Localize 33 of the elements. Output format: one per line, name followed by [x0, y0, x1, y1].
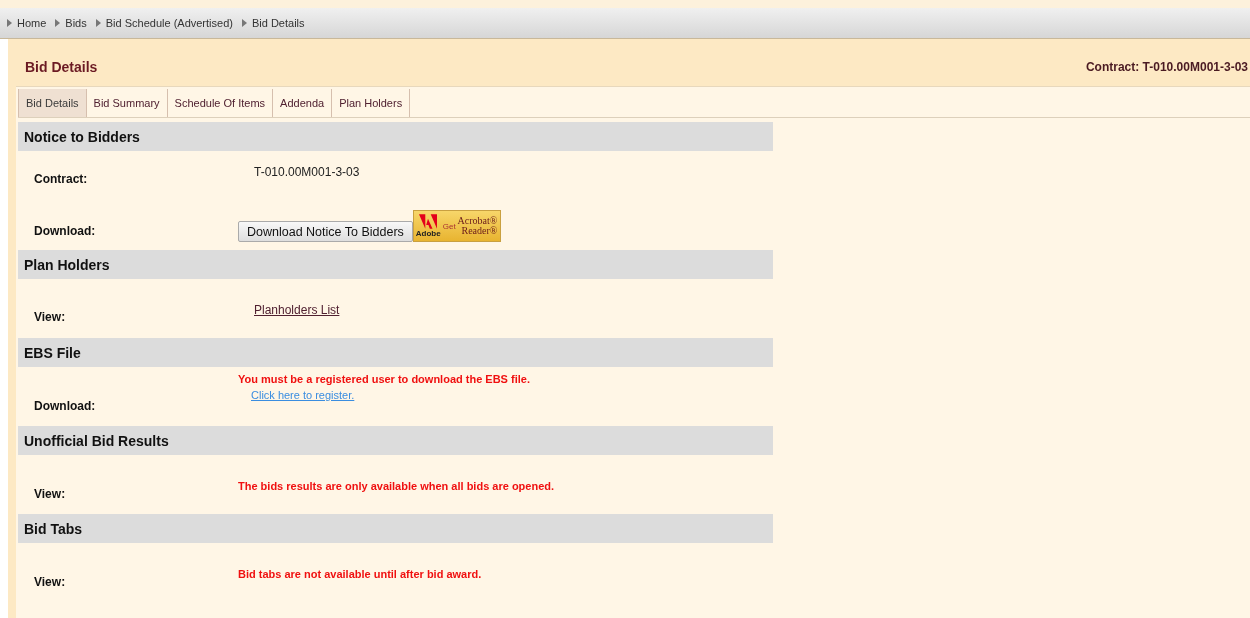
chevron-icon [6, 19, 12, 27]
get-text: Get [442, 221, 456, 231]
warning-message: Bid tabs are not available until after bid award. [238, 568, 482, 580]
adobe-logo-icon [419, 214, 438, 229]
section-header: Notice to Bidders [18, 122, 773, 151]
section-header: Plan Holders [18, 250, 773, 279]
field-label: Download: [33, 397, 97, 415]
section-header: EBS File [18, 338, 773, 367]
planholders-link[interactable]: Planholders List [254, 303, 340, 317]
field-label: View: [33, 573, 67, 591]
tab[interactable]: Bid Details [18, 89, 87, 117]
warning-message: You must be a registered user to download the EBS file. [238, 373, 530, 385]
brand-text: Adobe [415, 229, 441, 238]
download-button[interactable]: Download Notice To Bidders [238, 221, 413, 242]
chevron-icon [94, 19, 101, 27]
section-header: Bid Tabs [18, 514, 773, 543]
chevron-icon [54, 19, 61, 27]
product-text: Reader® [461, 226, 498, 236]
breadcrumb-link[interactable]: Bid Schedule (Advertised) [105, 17, 233, 29]
page-title: Bid Details [25, 58, 98, 75]
field-label: View: [33, 308, 67, 326]
field-value: T-010.00M001-3-03 [254, 165, 360, 179]
product-text: Acrobat® [457, 216, 498, 226]
breadcrumb-link[interactable]: Bid Details [251, 17, 305, 29]
field-label: Download: [33, 223, 97, 240]
field-label: View: [33, 485, 67, 503]
breadcrumb-link[interactable]: Bids [65, 17, 87, 29]
chevron-icon [240, 19, 247, 27]
contract-number: Contract: T-010.00M001-3-03 [1085, 59, 1248, 74]
breadcrumb-link[interactable]: Home [17, 17, 47, 29]
section-header: Unofficial Bid Results [18, 426, 773, 455]
warning-message: The bids results are only available when all bids are opened. [238, 480, 555, 492]
field-label: Contract: [33, 171, 89, 188]
